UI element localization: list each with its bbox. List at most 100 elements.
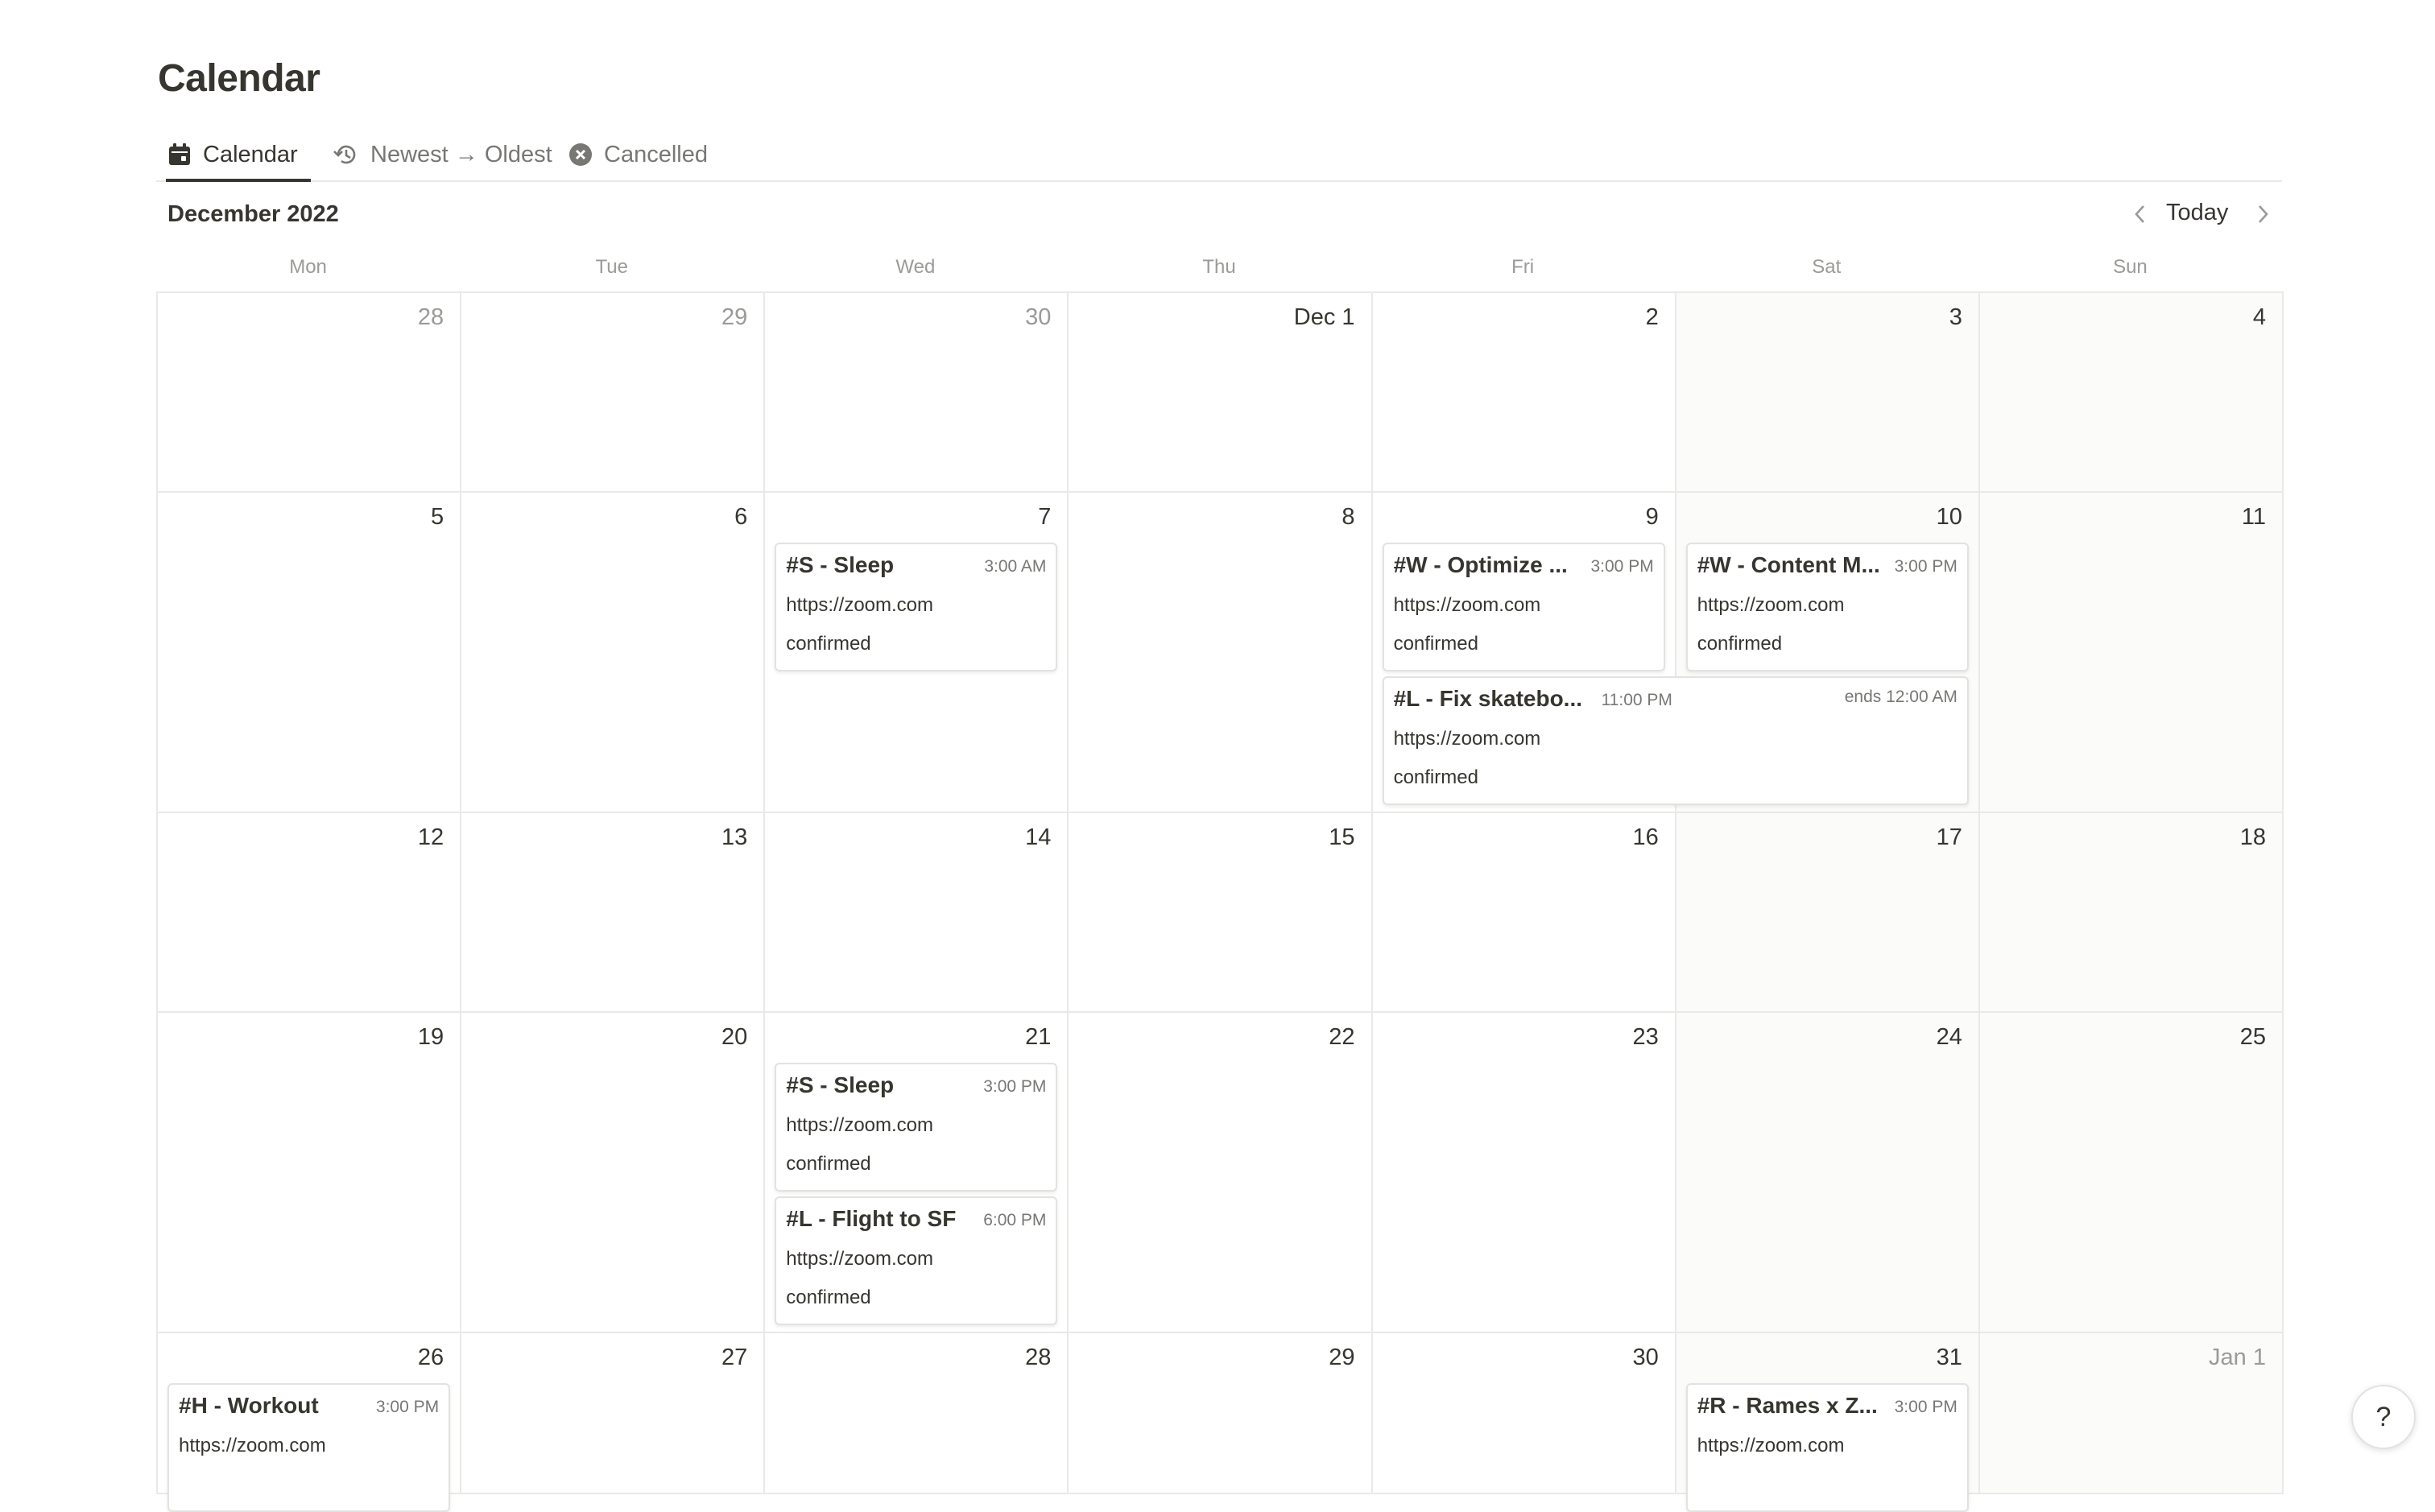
weekday-label: Thu bbox=[1202, 256, 1236, 278]
event-url[interactable]: https://zoom.com bbox=[786, 594, 933, 617]
weekday-label: Wed bbox=[895, 256, 936, 278]
event-time: 3:00 PM bbox=[1894, 1398, 1958, 1416]
day-cell[interactable]: 15 bbox=[1069, 813, 1373, 1013]
event-card[interactable]: #L - Fix skatebo... ends 12:00 AM 11:00 PM… bbox=[1382, 676, 1969, 805]
event-url[interactable]: https://zoom.com bbox=[1394, 728, 1541, 750]
day-number: 8 bbox=[1342, 504, 1355, 530]
page-title: Calendar bbox=[158, 57, 320, 100]
day-number: 13 bbox=[721, 824, 748, 850]
event-card[interactable]: #S - Sleep 3:00 PM https://zoom.com confirm… bbox=[775, 1063, 1058, 1192]
event-card[interactable]: #R - Rames x Z... 3:00 PM https://zoom.com bbox=[1685, 1383, 1969, 1512]
weekday-label: Sat bbox=[1812, 256, 1842, 278]
day-cell[interactable]: 8 bbox=[1069, 493, 1373, 813]
day-cell[interactable]: 25 bbox=[1979, 1013, 2284, 1333]
event-url[interactable]: https://zoom.com bbox=[179, 1435, 326, 1457]
day-cell[interactable]: 16 bbox=[1372, 813, 1676, 1013]
day-cell[interactable]: Jan 1 bbox=[1979, 1333, 2284, 1494]
day-cell[interactable]: 24 bbox=[1676, 1013, 1980, 1333]
next-month-button[interactable] bbox=[2247, 198, 2279, 230]
calendar-icon bbox=[169, 143, 190, 165]
day-number: 14 bbox=[1025, 824, 1052, 850]
event-url[interactable]: https://zoom.com bbox=[1697, 594, 1845, 617]
day-cell[interactable]: 28 bbox=[158, 293, 462, 493]
day-number: 18 bbox=[2239, 824, 2266, 850]
day-number: 11 bbox=[2241, 504, 2266, 530]
today-button[interactable]: Today bbox=[2166, 200, 2228, 226]
month-label: December 2022 bbox=[167, 201, 339, 227]
day-cell[interactable]: 29 bbox=[461, 293, 766, 493]
weekday-label: Tue bbox=[595, 256, 628, 278]
event-status: confirmed bbox=[1697, 633, 1783, 655]
event-time: 11:00 PM bbox=[1601, 691, 1672, 709]
calendar-grid: 28 29 30 Dec 1 2 3 4 5 6 7 8 9 10 11 #S - Sleep 3:00 AM… bbox=[156, 291, 2284, 1512]
event-url[interactable]: https://zoom.com bbox=[1697, 1435, 1845, 1457]
day-cell[interactable]: 27 bbox=[461, 1333, 766, 1494]
week-row: 26 27 28 29 30 31 Jan 1 #H - Workout 3:00 PM http… bbox=[158, 1333, 2284, 1512]
day-number: 23 bbox=[1632, 1024, 1659, 1050]
prev-month-button[interactable] bbox=[2124, 198, 2156, 230]
day-number: 31 bbox=[1936, 1345, 1962, 1370]
tab-cancelled[interactable]: Cancelled bbox=[568, 129, 708, 180]
day-cell[interactable]: 6 bbox=[461, 493, 766, 813]
day-number: 9 bbox=[1645, 504, 1659, 530]
day-number: 27 bbox=[721, 1345, 748, 1370]
day-cell[interactable]: 14 bbox=[765, 813, 1069, 1013]
day-cell[interactable]: 28 bbox=[765, 1333, 1069, 1494]
event-status: confirmed bbox=[786, 1287, 871, 1308]
chevron-right-icon bbox=[2259, 205, 2268, 223]
tab-label: Cancelled bbox=[604, 141, 708, 167]
event-title: #W - Optimize ... bbox=[1393, 552, 1568, 577]
event-title: #H - Workout bbox=[179, 1393, 319, 1418]
day-number: 6 bbox=[734, 504, 748, 530]
week-row: 12 13 14 15 16 17 18 bbox=[158, 813, 2284, 1013]
day-cell[interactable]: 20 bbox=[461, 1013, 766, 1333]
event-end-time: ends 12:00 AM bbox=[1844, 688, 1958, 706]
day-number: 28 bbox=[417, 304, 444, 330]
event-url[interactable]: https://zoom.com bbox=[786, 1248, 933, 1270]
weekday-header-row: Mon Tue Wed Thu Fri Sat Sun bbox=[156, 250, 2282, 285]
day-number: Dec 1 bbox=[1293, 304, 1355, 330]
event-time: 3:00 AM bbox=[984, 557, 1047, 576]
day-cell[interactable]: 22 bbox=[1069, 1013, 1373, 1333]
day-number: 24 bbox=[1936, 1024, 1962, 1050]
event-title: #L - Fix skatebo... bbox=[1393, 686, 1583, 711]
day-cell[interactable]: 4 bbox=[1979, 293, 2284, 493]
day-cell[interactable]: 2 bbox=[1372, 293, 1676, 493]
event-card[interactable]: #H - Workout 3:00 PM https://zoom.com bbox=[167, 1383, 451, 1512]
day-cell[interactable]: 5 bbox=[158, 493, 462, 813]
day-number: 4 bbox=[2252, 304, 2266, 330]
day-cell[interactable]: 23 bbox=[1372, 1013, 1676, 1333]
day-cell[interactable]: 30 bbox=[1372, 1333, 1676, 1494]
event-card[interactable]: #W - Optimize ... 3:00 PM https://zoom.com… bbox=[1382, 543, 1665, 671]
event-card[interactable]: #W - Content M... 3:00 PM https://zoom.com… bbox=[1685, 543, 1969, 671]
event-status: confirmed bbox=[1393, 766, 1478, 788]
day-number: 20 bbox=[721, 1024, 748, 1050]
day-cell[interactable]: 19 bbox=[158, 1013, 462, 1333]
week-row: 19 20 21 22 23 24 25 #S - Sleep 3:00 PM https://z… bbox=[158, 1013, 2284, 1333]
event-url[interactable]: https://zoom.com bbox=[786, 1114, 933, 1137]
day-cell[interactable]: 30 bbox=[765, 293, 1069, 493]
day-cell[interactable]: 29 bbox=[1069, 1333, 1373, 1494]
event-status: confirmed bbox=[786, 1153, 871, 1175]
event-title: #S - Sleep bbox=[786, 552, 895, 577]
day-number: 28 bbox=[1025, 1345, 1052, 1370]
day-cell[interactable]: 18 bbox=[1979, 813, 2284, 1013]
day-cell[interactable]: 11 bbox=[1979, 493, 2284, 813]
event-time: 3:00 PM bbox=[983, 1077, 1047, 1096]
event-time: 3:00 PM bbox=[375, 1398, 440, 1416]
tab-newest-oldest[interactable]: Newest → Oldest bbox=[332, 129, 552, 180]
day-cell[interactable]: Dec 1 bbox=[1069, 293, 1373, 493]
tab-calendar[interactable]: Calendar bbox=[166, 129, 311, 182]
event-card[interactable]: #L - Flight to SF 6:00 PM https://zoom.com… bbox=[775, 1196, 1058, 1325]
day-cell[interactable]: 13 bbox=[461, 813, 766, 1013]
event-url[interactable]: https://zoom.com bbox=[1394, 594, 1541, 617]
day-cell[interactable]: 17 bbox=[1676, 813, 1980, 1013]
help-button[interactable]: ? bbox=[2351, 1385, 2416, 1449]
chevron-left-icon bbox=[2135, 205, 2144, 223]
day-cell[interactable]: 3 bbox=[1676, 293, 1980, 493]
day-number: 26 bbox=[417, 1345, 444, 1370]
event-status: confirmed bbox=[1393, 633, 1478, 655]
day-cell[interactable]: 12 bbox=[158, 813, 462, 1013]
weekday-label: Mon bbox=[289, 256, 327, 278]
event-card[interactable]: #S - Sleep 3:00 AM https://zoom.com confirm… bbox=[775, 543, 1058, 671]
